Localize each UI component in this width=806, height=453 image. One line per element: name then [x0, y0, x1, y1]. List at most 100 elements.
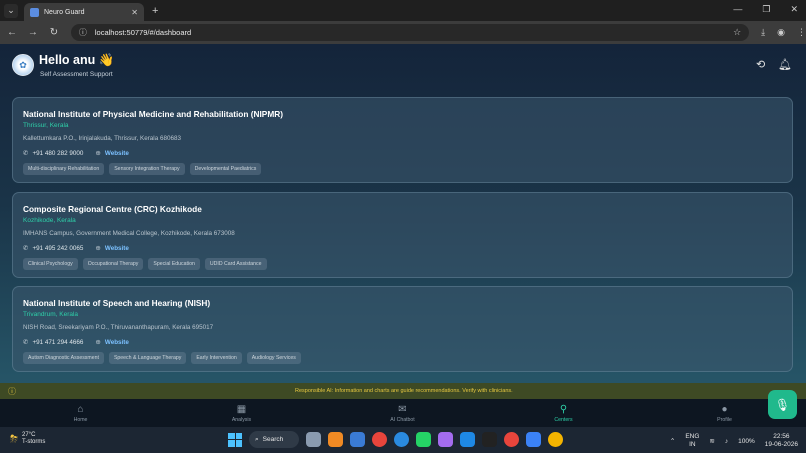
taskbar-search[interactable]: ⌕ Search	[249, 431, 299, 448]
site-info-icon[interactable]: ⓘ	[79, 27, 87, 38]
tab-close-icon[interactable]: ✕	[131, 8, 138, 17]
service-tag: Autism Diagnostic Assessment	[23, 352, 104, 364]
url-text: localhost:50779/#/dashboard	[94, 28, 192, 37]
center-card[interactable]: Composite Regional Centre (CRC) Kozhikod…	[12, 192, 793, 278]
minimize-button[interactable]: —	[733, 4, 742, 15]
website-link[interactable]: Website	[105, 150, 129, 157]
center-phone[interactable]: +91 480 282 9000	[32, 150, 83, 157]
taskbar-search-label: Search	[262, 436, 284, 443]
clock-time: 22:56	[773, 433, 790, 440]
nav-centers[interactable]: ⚲ Centers	[483, 399, 644, 427]
browser-tab-bar: ⌄ Neuro Guard ✕ + — ❐ ✕	[0, 0, 806, 21]
service-tag: UDID Card Assistance	[204, 258, 267, 270]
center-card[interactable]: National Institute of Physical Medicine …	[12, 97, 793, 183]
service-tag: Sensory Integration Therapy	[109, 163, 185, 175]
center-phone[interactable]: +91 471 294 4666	[32, 339, 83, 346]
forward-icon[interactable]: →	[24, 27, 42, 38]
center-address: IMHANS Campus, Government Medical Colleg…	[23, 230, 235, 237]
volume-icon[interactable]: ♪	[725, 438, 728, 445]
center-card[interactable]: National Institute of Speech and Hearing…	[12, 286, 793, 372]
nav-label: Profile	[717, 416, 732, 423]
analysis-icon: ▦	[236, 403, 247, 415]
adobe-icon[interactable]	[482, 432, 497, 447]
android-studio-icon[interactable]	[526, 432, 541, 447]
tray-overflow-icon[interactable]: ⌃	[670, 437, 675, 445]
center-name: National Institute of Physical Medicine …	[23, 109, 283, 119]
nav-label: Home	[73, 416, 88, 423]
browser-menu-icon[interactable]: ⋮	[797, 27, 806, 38]
center-phone[interactable]: +91 495 242 0065	[32, 245, 83, 252]
phone-icon: ✆	[23, 150, 29, 157]
tab-favicon-icon	[30, 7, 39, 17]
bell-icon[interactable]: 🔔︎	[778, 58, 792, 71]
service-tag: Occupational Therapy	[82, 258, 144, 270]
history-icon[interactable]: ⟲	[756, 58, 765, 71]
download-icon[interactable]: ⤓	[761, 27, 765, 38]
service-tags: Autism Diagnostic Assessment Speech & La…	[23, 352, 301, 364]
battery-level[interactable]: 100%	[738, 438, 755, 445]
new-tab-button[interactable]: +	[152, 5, 158, 17]
bookmark-star-icon[interactable]: ☆	[733, 27, 741, 38]
search-icon: ⌕	[255, 435, 259, 443]
app-content: ✿ Hello anu 👋 Self Assessment Support ⟲ …	[0, 44, 806, 399]
chrome-icon[interactable]	[372, 432, 387, 447]
center-name: National Institute of Speech and Hearing…	[23, 298, 211, 308]
center-contact-row: ✆ +91 495 242 0065 ⊕ Website	[23, 244, 129, 253]
file-explorer-icon[interactable]	[306, 432, 321, 447]
back-icon[interactable]: ←	[3, 27, 21, 38]
tab-search-icon[interactable]: ⌄	[4, 3, 18, 18]
info-icon: ⓘ	[8, 386, 16, 396]
center-name: Composite Regional Centre (CRC) Kozhikod…	[23, 204, 202, 214]
center-location: Thrissur, Kerala	[23, 122, 69, 129]
center-contact-row: ✆ +91 471 294 4666 ⊕ Website	[23, 338, 129, 347]
service-tag: Audiology Services	[246, 352, 301, 364]
clock-date: 19-06-2026	[764, 441, 798, 448]
service-tags: Clinical Psychology Occupational Therapy…	[23, 258, 267, 270]
restore-button[interactable]: ❐	[762, 4, 770, 15]
copilot-icon[interactable]	[438, 432, 453, 447]
whatsapp-icon[interactable]	[416, 432, 431, 447]
wifi-icon[interactable]: ≋	[709, 437, 714, 445]
language-indicator[interactable]: ENG IN	[685, 433, 699, 449]
store-icon[interactable]	[460, 432, 475, 447]
url-field[interactable]: ⓘ localhost:50779/#/dashboard ☆	[70, 24, 750, 41]
nav-label: Centers	[554, 416, 573, 423]
nav-analysis[interactable]: ▦ Analysis	[161, 399, 322, 427]
chat-icon: ✉	[398, 403, 407, 415]
greeting-title: Hello anu 👋	[39, 53, 115, 67]
profile-icon: ●	[721, 403, 728, 415]
reload-icon[interactable]: ↻	[45, 27, 63, 38]
bottom-navigation: ⌂ Home ▦ Analysis ✉ AI Chatbot ⚲ Centers…	[0, 399, 806, 427]
vlc-icon[interactable]	[328, 432, 343, 447]
windows-start-icon[interactable]	[228, 432, 242, 447]
website-link[interactable]: Website	[105, 245, 129, 252]
edge-icon[interactable]	[394, 432, 409, 447]
service-tag: Developmental Paediatrics	[189, 163, 262, 175]
chrome-dev-icon[interactable]	[504, 432, 519, 447]
storm-weather-icon: ⛈	[10, 433, 18, 445]
mail-icon[interactable]	[350, 432, 365, 447]
globe-icon: ⊕	[95, 245, 101, 252]
service-tag: Multi-disciplinary Rehabilitation	[23, 163, 105, 175]
region-code: IN	[689, 441, 696, 448]
browser-tab[interactable]: Neuro Guard ✕	[24, 3, 144, 21]
center-location: Kozhikode, Kerala	[23, 217, 76, 224]
nav-home[interactable]: ⌂ Home	[0, 399, 161, 427]
close-window-button[interactable]: ✕	[790, 4, 798, 15]
nav-label: AI Chatbot	[390, 416, 415, 423]
center-location: Trivandrum, Kerala	[23, 311, 79, 318]
tab-title: Neuro Guard	[44, 8, 85, 16]
website-link[interactable]: Website	[105, 339, 129, 346]
microphone-icon: 🎙︎	[774, 397, 791, 412]
microphone-button[interactable]: 🎙︎	[768, 390, 797, 419]
center-contact-row: ✆ +91 480 282 9000 ⊕ Website	[23, 149, 129, 158]
nav-ai-chatbot[interactable]: ✉ AI Chatbot	[322, 399, 483, 427]
weather-condition: T-storms	[22, 439, 46, 445]
clock[interactable]: 22:56 19-06-2026	[765, 433, 798, 449]
center-address: Kallettumkara P.O., Irinjalakuda, Thriss…	[23, 135, 181, 142]
weather-widget[interactable]: ⛈ 27°C T-storms	[10, 432, 45, 446]
phone-icon: ✆	[23, 245, 29, 252]
chrome-active-icon[interactable]	[548, 432, 563, 447]
service-tag: Clinical Psychology	[23, 258, 78, 270]
profile-avatar-icon[interactable]: ◉	[777, 27, 785, 38]
